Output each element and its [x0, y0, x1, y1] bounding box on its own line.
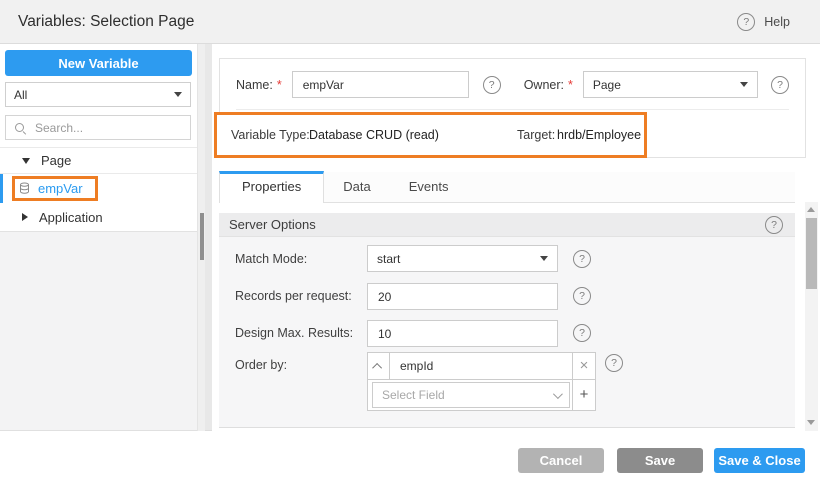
dialog-header: Variables: Selection Page Help — [0, 0, 820, 44]
chevron-up-icon — [372, 362, 382, 372]
form-divider — [236, 109, 789, 110]
save-button[interactable]: Save — [617, 448, 703, 473]
target-label: Target: — [517, 115, 555, 155]
dialog-footer: Cancel Save Save & Close — [0, 431, 820, 488]
scrollbar-thumb[interactable] — [806, 218, 817, 289]
tree-item-page[interactable]: Page — [0, 147, 197, 174]
remove-order-field-button[interactable] — [572, 353, 595, 379]
tree-item-label: empVar — [38, 181, 83, 196]
match-mode-label: Match Mode: — [235, 252, 307, 266]
search-input[interactable] — [33, 120, 192, 136]
tree-item-application[interactable]: Application — [0, 203, 197, 232]
design-max-help-icon[interactable] — [573, 324, 591, 342]
help-circle-icon — [737, 13, 755, 31]
order-by-field-value: empId — [390, 353, 572, 379]
tree-item-empvar[interactable]: empVar — [0, 174, 197, 203]
caret-down-icon — [540, 256, 548, 261]
name-owner-row: Name: * Owner: * Page — [236, 71, 789, 98]
match-mode-value: start — [377, 252, 400, 266]
page-title: Variables: Selection Page — [18, 0, 194, 43]
server-options-header: Server Options — [219, 213, 795, 237]
caret-down-icon — [174, 92, 182, 97]
owner-help-icon[interactable] — [771, 76, 789, 94]
name-label: Name: — [236, 78, 273, 92]
target-value: hrdb/Employee — [557, 115, 641, 155]
sidebar-scrollbar-thumb[interactable] — [200, 213, 204, 260]
order-by-control: empId Select Field — [367, 352, 596, 411]
variables-sidebar: New Variable All Page empVar Application — [0, 44, 197, 431]
order-by-row: empId — [367, 352, 596, 380]
match-mode-select[interactable]: start — [367, 245, 558, 272]
close-icon — [580, 357, 589, 375]
field-select-wrap: Select Field — [368, 380, 572, 410]
records-label: Records per request: — [235, 289, 352, 303]
tab-events[interactable]: Events — [390, 171, 468, 202]
match-mode-help-icon[interactable] — [573, 250, 591, 268]
sidebar-empty-area — [0, 232, 197, 431]
add-order-field-button[interactable] — [572, 380, 595, 410]
panel-divider — [205, 44, 212, 431]
order-by-label: Order by: — [235, 358, 287, 372]
chevron-down-icon — [553, 389, 563, 399]
collapse-caret-icon[interactable] — [22, 213, 28, 221]
new-variable-button[interactable]: New Variable — [5, 50, 192, 76]
variable-type-label: Variable Type: — [231, 115, 310, 155]
sort-ascending-button[interactable] — [368, 353, 390, 379]
variable-search[interactable] — [5, 115, 191, 140]
cancel-button[interactable]: Cancel — [518, 448, 604, 473]
owner-value: Page — [593, 78, 621, 92]
order-by-help-icon[interactable] — [605, 354, 623, 372]
selected-indicator — [0, 174, 3, 203]
tab-data[interactable]: Data — [324, 171, 389, 202]
owner-label: Owner: — [524, 78, 564, 92]
variable-type-highlight-box: Variable Type: Database CRUD (read) Targ… — [214, 112, 647, 158]
sidebar-scrollbar[interactable] — [197, 44, 205, 431]
highlight-outline: empVar — [12, 176, 98, 201]
tree-item-label: Page — [41, 153, 71, 168]
add-icon — [580, 386, 589, 404]
variable-filter-select[interactable]: All — [5, 82, 191, 107]
variable-type-value: Database CRUD (read) — [309, 115, 439, 155]
design-max-results-input[interactable] — [367, 320, 558, 347]
required-marker: * — [568, 78, 573, 92]
detail-tabs: Properties Data Events — [219, 172, 795, 203]
database-variable-icon — [19, 182, 31, 195]
add-order-field-row: Select Field — [367, 380, 596, 411]
tab-properties[interactable]: Properties — [219, 171, 324, 203]
help-label: Help — [764, 15, 790, 29]
select-field-dropdown[interactable]: Select Field — [372, 382, 570, 408]
server-options-panel: Server Options Match Mode: start Records… — [219, 213, 795, 428]
scroll-up-arrow-icon[interactable] — [807, 207, 815, 212]
records-per-request-input[interactable] — [367, 283, 558, 310]
records-help-icon[interactable] — [573, 287, 591, 305]
server-options-help-icon[interactable] — [765, 216, 783, 234]
select-field-placeholder: Select Field — [382, 388, 445, 402]
name-input[interactable] — [292, 71, 469, 98]
design-max-label: Design Max. Results: — [235, 326, 353, 340]
required-marker: * — [277, 78, 282, 92]
variable-filter-value: All — [14, 88, 27, 102]
expand-caret-icon[interactable] — [22, 158, 30, 164]
save-and-close-button[interactable]: Save & Close — [714, 448, 805, 473]
caret-down-icon — [740, 82, 748, 87]
scroll-down-arrow-icon[interactable] — [807, 420, 815, 425]
server-options-title: Server Options — [229, 217, 316, 232]
variable-detail-panel: Name: * Owner: * Page Variable Type: Dat… — [212, 44, 820, 431]
search-icon — [14, 122, 26, 134]
properties-scrollbar[interactable] — [805, 202, 818, 431]
help-button[interactable]: Help — [737, 0, 790, 43]
name-help-icon[interactable] — [483, 76, 501, 94]
variable-summary-box: Name: * Owner: * Page Variable Type: Dat… — [219, 58, 806, 158]
owner-select[interactable]: Page — [583, 71, 758, 98]
tree-item-label: Application — [39, 210, 103, 225]
